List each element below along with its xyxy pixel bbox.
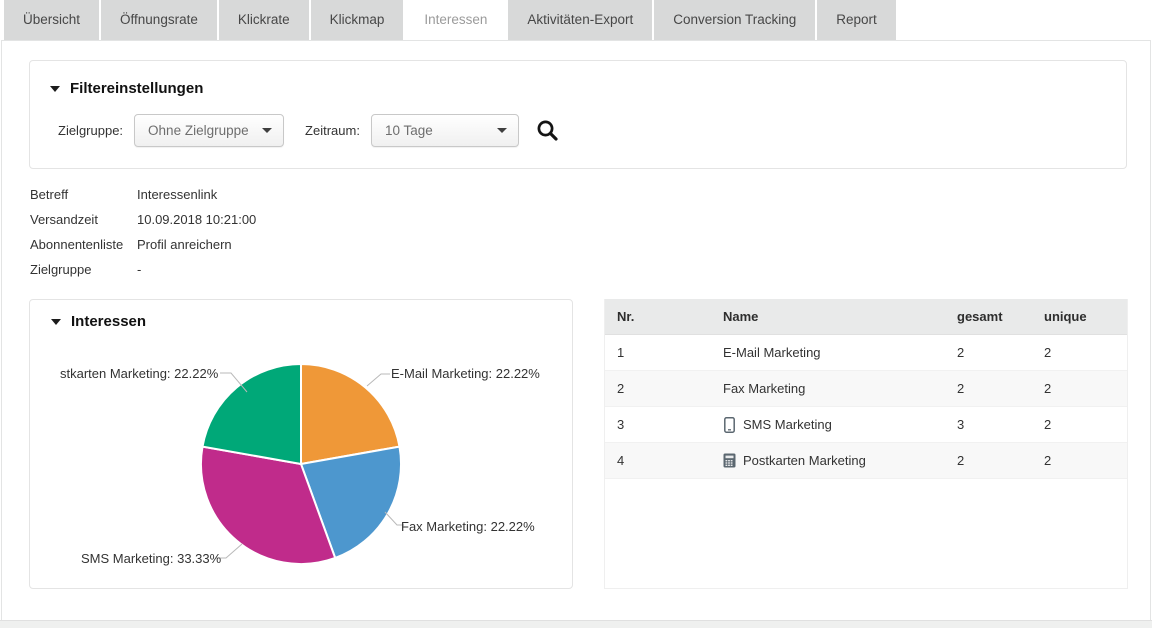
mailing-details: Betreff Interessenlink Versandzeit 10.09…	[30, 187, 1150, 287]
cell-name: Fax Marketing	[723, 381, 805, 396]
table-header-row: Nr. Name gesamt unique	[605, 299, 1127, 335]
column-header-nr: Nr.	[605, 309, 723, 324]
filter-panel: Filtereinstellungen Zielgruppe: Ohne Zie…	[29, 60, 1127, 169]
chevron-down-icon	[497, 128, 507, 133]
pie-label-email: E-Mail Marketing: 22.22%	[391, 366, 540, 381]
interessen-panel: Interessen stkarten Marketing: 22.22% E-…	[29, 299, 573, 589]
zeitraum-label: Zeitraum:	[305, 123, 360, 138]
column-header-gesamt: gesamt	[957, 309, 1044, 324]
interests-table: Nr. Name gesamt unique 1 E-Mail Marketin…	[604, 299, 1128, 589]
pie-label-sms: SMS Marketing: 33.33%	[81, 551, 221, 566]
zielgruppe-dropdown[interactable]: Ohne Zielgruppe	[134, 114, 284, 147]
cell-unique: 2	[1044, 381, 1127, 396]
cell-nr: 3	[605, 417, 723, 432]
cell-unique: 2	[1044, 345, 1127, 360]
tab-oeffnungsrate[interactable]: Öffnungsrate	[101, 0, 217, 40]
detail-row-abonnentenliste: Abonnentenliste Profil anreichern	[30, 237, 1150, 262]
detail-row-zielgruppe: Zielgruppe -	[30, 262, 1150, 287]
magnifier-icon	[536, 119, 559, 142]
tab-klickrate[interactable]: Klickrate	[219, 0, 309, 40]
cell-unique: 2	[1044, 453, 1127, 468]
table-row: 1 E-Mail Marketing 2 2	[605, 335, 1127, 371]
cell-name: Postkarten Marketing	[743, 453, 866, 468]
cell-nr: 1	[605, 345, 723, 360]
zeitraum-selected-value: 10 Tage	[385, 123, 433, 138]
detail-row-versandzeit: Versandzeit 10.09.2018 10:21:00	[30, 212, 1150, 237]
detail-label: Abonnentenliste	[30, 237, 137, 252]
calculator-icon	[723, 453, 736, 468]
main-content: Filtereinstellungen Zielgruppe: Ohne Zie…	[1, 40, 1151, 620]
detail-label: Versandzeit	[30, 212, 137, 227]
detail-value: 10.09.2018 10:21:00	[137, 212, 256, 227]
cell-gesamt: 2	[957, 453, 1044, 468]
chevron-down-icon	[262, 128, 272, 133]
table-row: 4 Postkarten Marketing	[605, 443, 1127, 479]
tab-aktivitaeten-export[interactable]: Aktivitäten-Export	[508, 0, 652, 40]
cell-nr: 2	[605, 381, 723, 396]
collapse-caret-icon[interactable]	[51, 319, 61, 325]
table-row: 3 SMS Marketing 3 2	[605, 407, 1127, 443]
detail-label: Betreff	[30, 187, 137, 202]
cell-nr: 4	[605, 453, 723, 468]
cell-name: SMS Marketing	[743, 417, 832, 432]
pie-label-fax: Fax Marketing: 22.22%	[401, 519, 535, 534]
table-row: 2 Fax Marketing 2 2	[605, 371, 1127, 407]
detail-value: -	[137, 262, 141, 277]
cell-name: E-Mail Marketing	[723, 345, 821, 360]
cell-gesamt: 2	[957, 345, 1044, 360]
column-header-unique: unique	[1044, 309, 1127, 324]
tab-klickmap[interactable]: Klickmap	[311, 0, 404, 40]
cell-gesamt: 2	[957, 381, 1044, 396]
search-button[interactable]	[536, 119, 559, 142]
detail-value: Interessenlink	[137, 187, 217, 202]
tab-report[interactable]: Report	[817, 0, 896, 40]
tab-conversion-tracking[interactable]: Conversion Tracking	[654, 0, 815, 40]
page-background-strip	[0, 620, 1152, 628]
filter-panel-title: Filtereinstellungen	[70, 80, 203, 97]
tab-uebersicht[interactable]: Übersicht	[4, 0, 99, 40]
cell-unique: 2	[1044, 417, 1127, 432]
detail-label: Zielgruppe	[30, 262, 137, 277]
collapse-caret-icon[interactable]	[50, 86, 60, 92]
pie-label-postkarten: stkarten Marketing: 22.22%	[60, 366, 218, 381]
zielgruppe-label: Zielgruppe:	[58, 123, 123, 138]
detail-row-betreff: Betreff Interessenlink	[30, 187, 1150, 212]
leader-line	[367, 374, 390, 386]
mobile-phone-icon	[723, 417, 736, 433]
zeitraum-dropdown[interactable]: 10 Tage	[371, 114, 519, 147]
detail-value: Profil anreichern	[137, 237, 232, 252]
tab-bar: Übersicht Öffnungsrate Klickrate Klickma…	[0, 0, 1152, 40]
interessen-panel-title: Interessen	[71, 313, 146, 330]
cell-gesamt: 3	[957, 417, 1044, 432]
tab-interessen[interactable]: Interessen	[405, 0, 506, 40]
zielgruppe-selected-value: Ohne Zielgruppe	[148, 123, 249, 138]
column-header-name: Name	[723, 309, 957, 324]
